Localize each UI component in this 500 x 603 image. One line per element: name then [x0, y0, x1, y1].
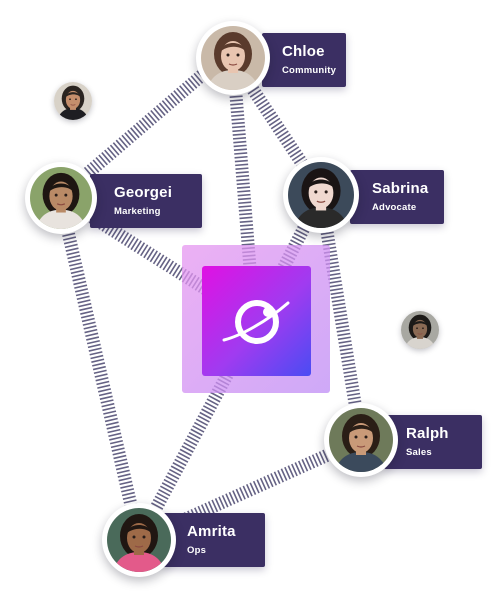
person-role: Advocate [372, 202, 417, 213]
person-name: Ralph [406, 425, 449, 442]
avatar-ralph[interactable] [324, 403, 398, 477]
avatar-photo [401, 311, 439, 349]
avatar-sabrina[interactable] [283, 157, 359, 233]
person-role: Marketing [114, 206, 161, 217]
person-role: Sales [406, 447, 432, 458]
team-network-diagram: Chloe Community Georgei Marketing Sabrin… [0, 0, 500, 603]
card-sabrina[interactable]: Sabrina Advocate [350, 170, 444, 224]
avatar-chloe[interactable] [196, 21, 270, 95]
avatar-georgei[interactable] [25, 162, 97, 234]
avatar-photo [329, 408, 393, 472]
avatar-photo [30, 167, 92, 229]
person-name: Georgei [114, 184, 173, 201]
avatar-extra-1[interactable] [54, 82, 92, 120]
person-name: Amrita [187, 523, 236, 540]
hub-node [202, 266, 311, 376]
person-name: Sabrina [372, 180, 429, 197]
planet-icon [222, 300, 290, 344]
card-amrita[interactable]: Amrita Ops [163, 513, 265, 567]
avatar-photo [201, 26, 265, 90]
link-georgei-amrita [53, 195, 146, 542]
avatar-amrita[interactable] [102, 503, 176, 577]
person-role: Community [282, 65, 337, 76]
person-name: Chloe [282, 43, 325, 60]
person-role: Ops [187, 545, 207, 556]
avatar-photo [54, 82, 92, 120]
avatar-extra-2[interactable] [401, 311, 439, 349]
card-ralph[interactable]: Ralph Sales [384, 415, 482, 469]
card-georgei[interactable]: Georgei Marketing [90, 174, 202, 228]
avatar-photo [288, 162, 354, 228]
card-chloe[interactable]: Chloe Community [262, 33, 346, 87]
avatar-photo [107, 508, 171, 572]
